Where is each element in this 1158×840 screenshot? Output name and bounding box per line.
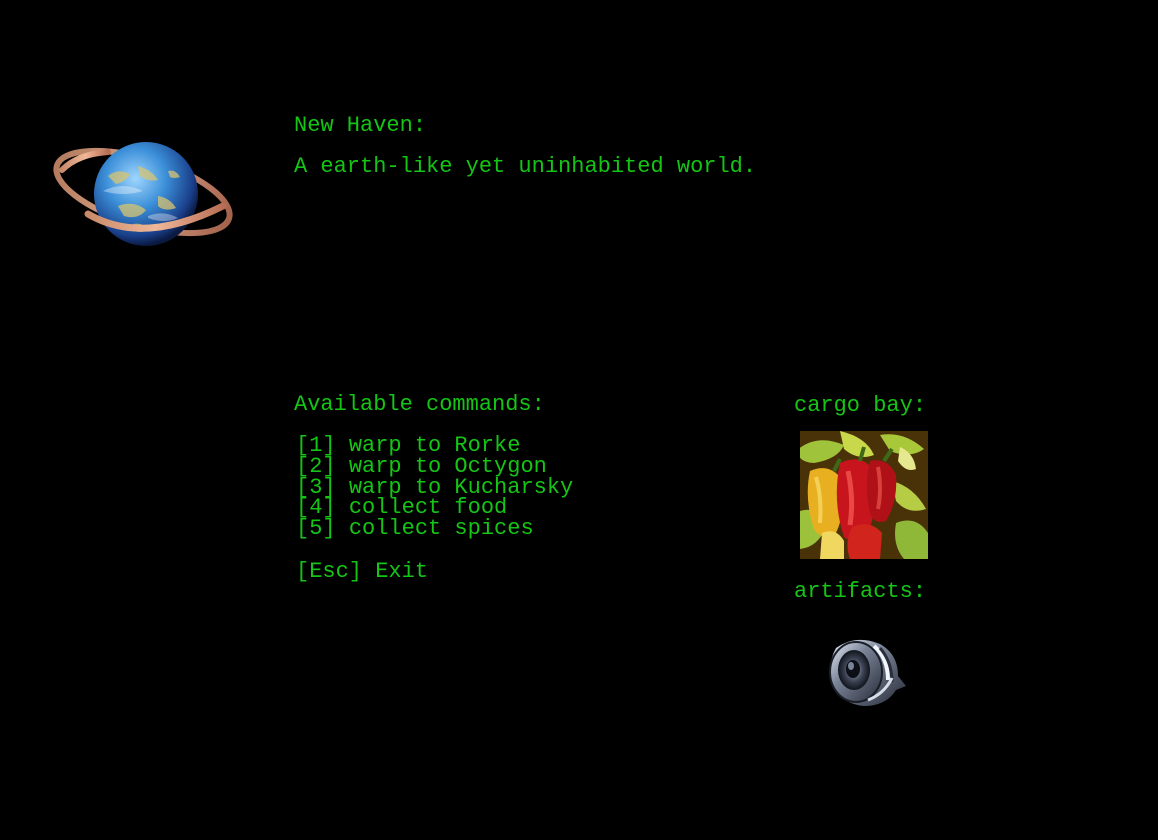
command-key: [5] bbox=[296, 516, 336, 541]
exit-label: Exit bbox=[375, 559, 429, 584]
ringed-planet-icon bbox=[53, 142, 233, 246]
planet-name: New Haven: bbox=[294, 113, 427, 138]
planet-description: A earth-like yet uninhabited world. bbox=[294, 154, 757, 179]
metal-gadget-icon bbox=[829, 639, 906, 706]
command-collect-spices[interactable]: [5] collect spices bbox=[296, 516, 573, 541]
chili-peppers-icon bbox=[800, 431, 928, 559]
commands-heading: Available commands: bbox=[294, 392, 545, 417]
command-label: collect spices bbox=[348, 516, 534, 541]
cargo-bay-heading: cargo bay: bbox=[794, 393, 927, 418]
exit-key: [Esc] bbox=[296, 559, 363, 584]
exit-command[interactable]: [Esc] Exit bbox=[296, 561, 428, 583]
command-list: [1] warp to Rorke [2] warp to Octygon [3… bbox=[296, 435, 573, 541]
artifacts-heading: artifacts: bbox=[794, 579, 927, 604]
